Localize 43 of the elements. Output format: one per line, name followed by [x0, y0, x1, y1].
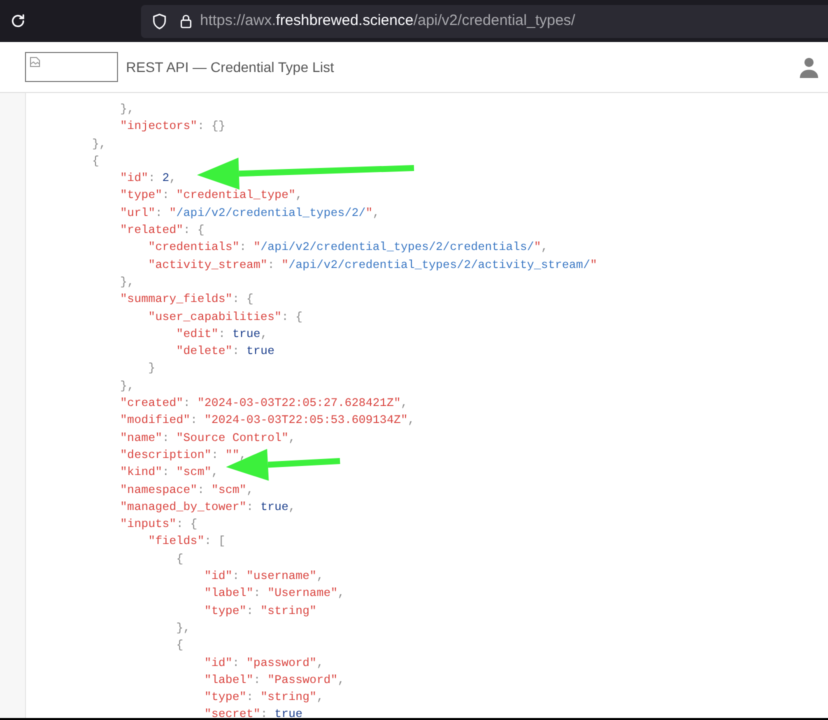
reload-icon[interactable]	[10, 13, 26, 29]
code-line: "credentials": "/api/v2/credential_types/2/credentials/",	[147, 239, 548, 256]
code-line: {	[175, 550, 184, 568]
code-line: {	[91, 152, 100, 170]
code-line: "namespace": "scm",	[119, 482, 254, 499]
lock-icon[interactable]	[178, 12, 194, 30]
code-line: "label": "Username",	[203, 585, 345, 602]
code-line: "description": "",	[119, 446, 246, 464]
code-line: "type": "credential_type",	[119, 187, 303, 204]
code-line: "url": "/api/v2/credential_types/2/",	[119, 204, 380, 222]
code-line: },	[119, 378, 134, 395]
code-line: "related": {	[119, 222, 204, 240]
page-title: REST API — Credential Type List	[126, 58, 334, 77]
code-line: "id": "password",	[203, 654, 324, 672]
code-line: "user_capabilities": {	[147, 308, 303, 326]
code-line: {	[175, 637, 184, 654]
code-line: "fields": [	[147, 533, 226, 550]
code-line: "id": "username",	[203, 568, 324, 586]
code-line: "delete": true	[175, 343, 274, 360]
code-line: "inputs": {	[119, 516, 198, 534]
code-line: "managed_by_tower": true,	[119, 498, 296, 516]
code-line: "kind": "scm",	[119, 464, 218, 482]
code-line: "id": 2,	[119, 170, 176, 188]
code-line: "created": "2024-03-03T22:05:27.628421Z",	[119, 395, 408, 412]
code-line: "injectors": {}	[119, 118, 226, 136]
code-line: },	[119, 274, 134, 291]
shield-icon[interactable]	[151, 12, 168, 30]
code-line: "edit": true,	[175, 326, 268, 343]
address-bar[interactable]: https://awx.freshbrewed.science/api/v2/credential_types/	[141, 4, 828, 38]
code-line: "summary_fields": {	[119, 291, 254, 308]
code-line: "type": "string",	[203, 689, 324, 706]
code-line: },	[119, 101, 134, 118]
code-line: "modified": "2024-03-03T22:05:53.609134Z",	[119, 412, 415, 430]
user-icon[interactable]	[798, 56, 820, 78]
code-line: "activity_stream": "/api/v2/credential_types/2/activity_stream/"	[147, 256, 598, 274]
code-line: },	[91, 136, 106, 153]
code-line: },	[175, 620, 190, 637]
code-line: "name": "Source Control",	[119, 430, 296, 447]
code-line: "label": "Password",	[203, 672, 345, 689]
code-line: "secret": true	[203, 706, 303, 718]
code-line: }	[147, 360, 156, 378]
broken-image-icon	[29, 56, 41, 68]
code-line: "type": "string"	[203, 602, 317, 620]
